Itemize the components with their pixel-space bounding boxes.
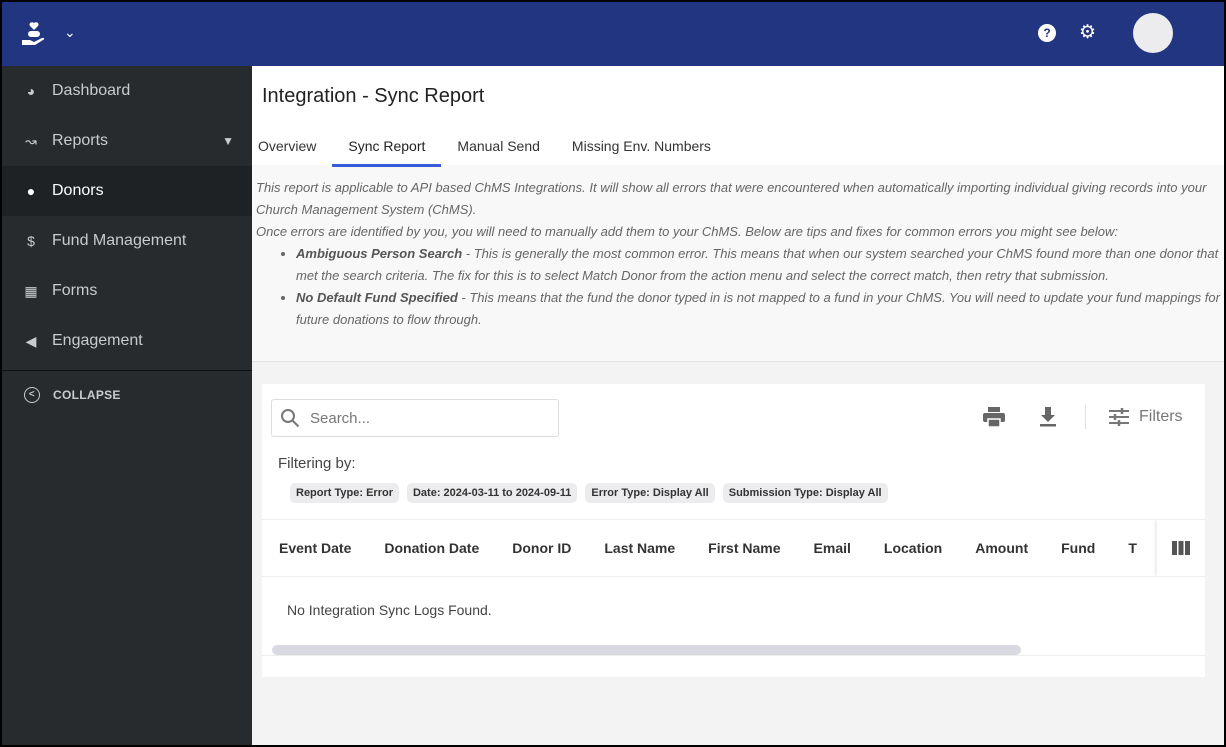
- top-bar: ⌄ ? ⚙: [2, 2, 1224, 66]
- column-chooser-button[interactable]: [1157, 520, 1205, 576]
- info-panel: This report is applicable to API based C…: [252, 165, 1224, 362]
- column-header[interactable]: Donor ID: [479, 540, 571, 556]
- sidebar-item-label: Forms: [52, 282, 98, 299]
- collapse-label: COLLAPSE: [53, 388, 121, 402]
- report-card: Search... Filters Filtering by: Report T…: [262, 384, 1205, 677]
- sidebar-item-label: Engagement: [52, 332, 143, 349]
- sidebar-item-engagement[interactable]: ◀ Engagement: [2, 316, 252, 366]
- sidebar-item-label: Fund Management: [52, 232, 187, 249]
- logo-hand-heart-icon[interactable]: [20, 20, 48, 48]
- help-icon[interactable]: ?: [1038, 24, 1056, 42]
- sidebar-item-dashboard[interactable]: ◕ Dashboard: [2, 66, 252, 116]
- filters-label: Filters: [1139, 408, 1183, 425]
- sidebar-item-donors[interactable]: ● Donors: [2, 166, 252, 216]
- chart-line-icon: ↝: [25, 133, 37, 149]
- column-header[interactable]: Email: [781, 540, 851, 556]
- columns-icon: [1172, 541, 1190, 555]
- sidebar-item-label: Dashboard: [52, 82, 131, 99]
- info-paragraph: Once errors are identified by you, you w…: [256, 224, 1119, 239]
- sliders-icon: [1109, 408, 1129, 426]
- info-paragraph: This report is applicable to API based C…: [256, 180, 1207, 217]
- avatar[interactable]: [1133, 13, 1173, 53]
- sidebar-item-label: Donors: [52, 182, 104, 199]
- chevron-down-icon: ▼: [222, 134, 234, 148]
- money-envelope-icon: $: [27, 233, 35, 249]
- divider: [262, 655, 1205, 656]
- tip-item: Ambiguous Person Search - This is genera…: [296, 243, 1220, 287]
- main-content: Integration - Sync Report Overview Sync …: [252, 66, 1224, 745]
- tab-sync-report[interactable]: Sync Report: [332, 132, 442, 167]
- page-title: Integration - Sync Report: [262, 85, 485, 107]
- filter-chip[interactable]: Submission Type: Display All: [722, 483, 888, 503]
- table-header: Event Date Donation Date Donor ID Last N…: [262, 519, 1205, 577]
- column-header[interactable]: Amount: [942, 540, 1028, 556]
- sidebar-item-label: Reports: [52, 132, 109, 149]
- tab-bar: Overview Sync Report Manual Send Missing…: [252, 132, 727, 167]
- tab-overview[interactable]: Overview: [252, 132, 332, 167]
- file-icon: ▦: [24, 283, 38, 299]
- tip-title: No Default Fund Specified: [296, 290, 458, 305]
- chevron-down-icon[interactable]: ⌄: [64, 24, 76, 41]
- column-header[interactable]: T: [1095, 540, 1137, 556]
- column-header[interactable]: Fund: [1028, 540, 1095, 556]
- user-icon: ●: [26, 183, 36, 199]
- sidebar: ◕ Dashboard ↝ Reports ▼ ● Donors $ Fund Manag…: [2, 66, 252, 745]
- sidebar-item-forms[interactable]: ▦ Forms: [2, 266, 252, 316]
- tip-title: Ambiguous Person Search: [296, 246, 463, 261]
- search-icon: [281, 409, 300, 428]
- filter-chips: Report Type: Error Date: 2024-03-11 to 2…: [290, 483, 888, 503]
- sidebar-item-reports[interactable]: ↝ Reports ▼: [2, 116, 252, 166]
- collapse-button[interactable]: < COLLAPSE: [2, 371, 252, 403]
- download-icon[interactable]: [1039, 407, 1057, 432]
- column-header[interactable]: Donation Date: [351, 540, 479, 556]
- filtering-label: Filtering by:: [278, 455, 356, 472]
- filter-chip[interactable]: Date: 2024-03-11 to 2024-09-11: [406, 483, 578, 503]
- filter-chip[interactable]: Report Type: Error: [290, 483, 399, 503]
- tab-missing-env-numbers[interactable]: Missing Env. Numbers: [556, 132, 727, 167]
- megaphone-icon: ◀: [25, 333, 37, 349]
- tip-item: No Default Fund Specified - This means t…: [296, 287, 1220, 331]
- page-header: Integration - Sync Report Overview Sync …: [252, 66, 1224, 167]
- column-header[interactable]: Location: [851, 540, 942, 556]
- chevron-left-circle-icon: <: [24, 387, 40, 403]
- dashboard-gauge-icon: ◕: [26, 83, 36, 99]
- gear-icon[interactable]: ⚙: [1079, 21, 1096, 44]
- divider: [1085, 405, 1086, 429]
- column-header[interactable]: Last Name: [571, 540, 675, 556]
- empty-state-message: No Integration Sync Logs Found.: [287, 602, 492, 618]
- filter-chip[interactable]: Error Type: Display All: [585, 483, 715, 503]
- column-header[interactable]: Event Date: [262, 540, 351, 556]
- horizontal-scrollbar[interactable]: [272, 645, 1021, 655]
- search-input[interactable]: Search...: [271, 399, 559, 437]
- app-window: ⌄ ? ⚙ ◕ Dashboard ↝ Reports ▼ ● Donors $ Fund…: [2, 2, 1224, 745]
- sidebar-item-fund-management[interactable]: $ Fund Management: [2, 216, 252, 266]
- tab-manual-send[interactable]: Manual Send: [441, 132, 556, 167]
- search-placeholder: Search...: [310, 409, 371, 427]
- print-icon[interactable]: [983, 407, 1005, 432]
- column-header[interactable]: First Name: [675, 540, 780, 556]
- filters-button[interactable]: Filters: [1109, 408, 1183, 426]
